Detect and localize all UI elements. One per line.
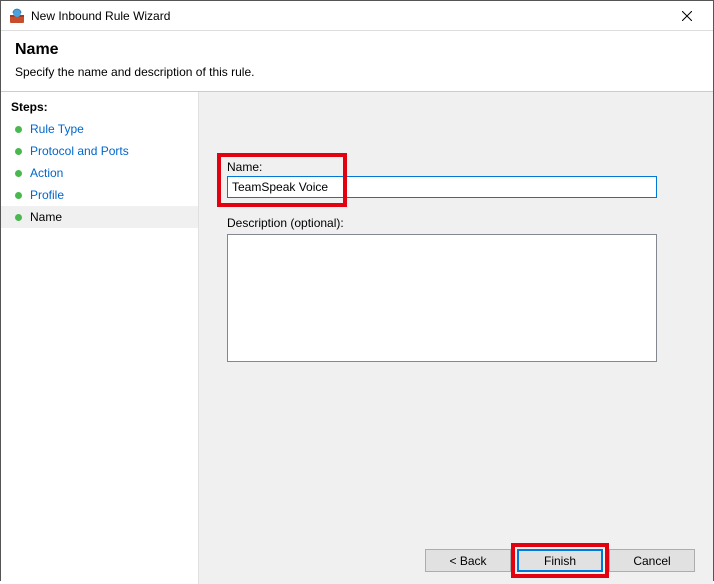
- bullet-icon: [15, 126, 22, 133]
- steps-heading: Steps:: [1, 96, 198, 118]
- description-input[interactable]: [227, 234, 657, 362]
- bullet-icon: [15, 170, 22, 177]
- step-label-current: Name: [30, 210, 62, 224]
- wizard-content: Name: Description (optional): < Back Fin…: [199, 92, 713, 584]
- bullet-icon: [15, 214, 22, 221]
- bullet-icon: [15, 148, 22, 155]
- firewall-icon: [9, 8, 25, 24]
- wizard-header: Name Specify the name and description of…: [1, 31, 713, 91]
- close-icon: [682, 11, 692, 21]
- step-link[interactable]: Protocol and Ports: [30, 144, 129, 158]
- window-title: New Inbound Rule Wizard: [31, 9, 170, 23]
- page-title: Name: [15, 41, 699, 59]
- description-label: Description (optional):: [227, 216, 685, 230]
- step-protocol-ports[interactable]: Protocol and Ports: [1, 140, 198, 162]
- step-link[interactable]: Action: [30, 166, 63, 180]
- close-button[interactable]: [667, 2, 707, 30]
- name-label: Name:: [227, 160, 685, 174]
- step-name[interactable]: Name: [1, 206, 198, 228]
- name-input[interactable]: [227, 176, 657, 198]
- titlebar: New Inbound Rule Wizard: [1, 1, 713, 31]
- bullet-icon: [15, 192, 22, 199]
- back-button[interactable]: < Back: [425, 549, 511, 572]
- cancel-button[interactable]: Cancel: [609, 549, 695, 572]
- step-link[interactable]: Rule Type: [30, 122, 84, 136]
- wizard-buttons: < Back Finish Cancel: [425, 549, 695, 572]
- step-profile[interactable]: Profile: [1, 184, 198, 206]
- page-subtitle: Specify the name and description of this…: [15, 65, 699, 79]
- finish-button[interactable]: Finish: [517, 549, 603, 572]
- step-rule-type[interactable]: Rule Type: [1, 118, 198, 140]
- steps-sidebar: Steps: Rule Type Protocol and Ports Acti…: [1, 92, 199, 584]
- step-action[interactable]: Action: [1, 162, 198, 184]
- step-link[interactable]: Profile: [30, 188, 64, 202]
